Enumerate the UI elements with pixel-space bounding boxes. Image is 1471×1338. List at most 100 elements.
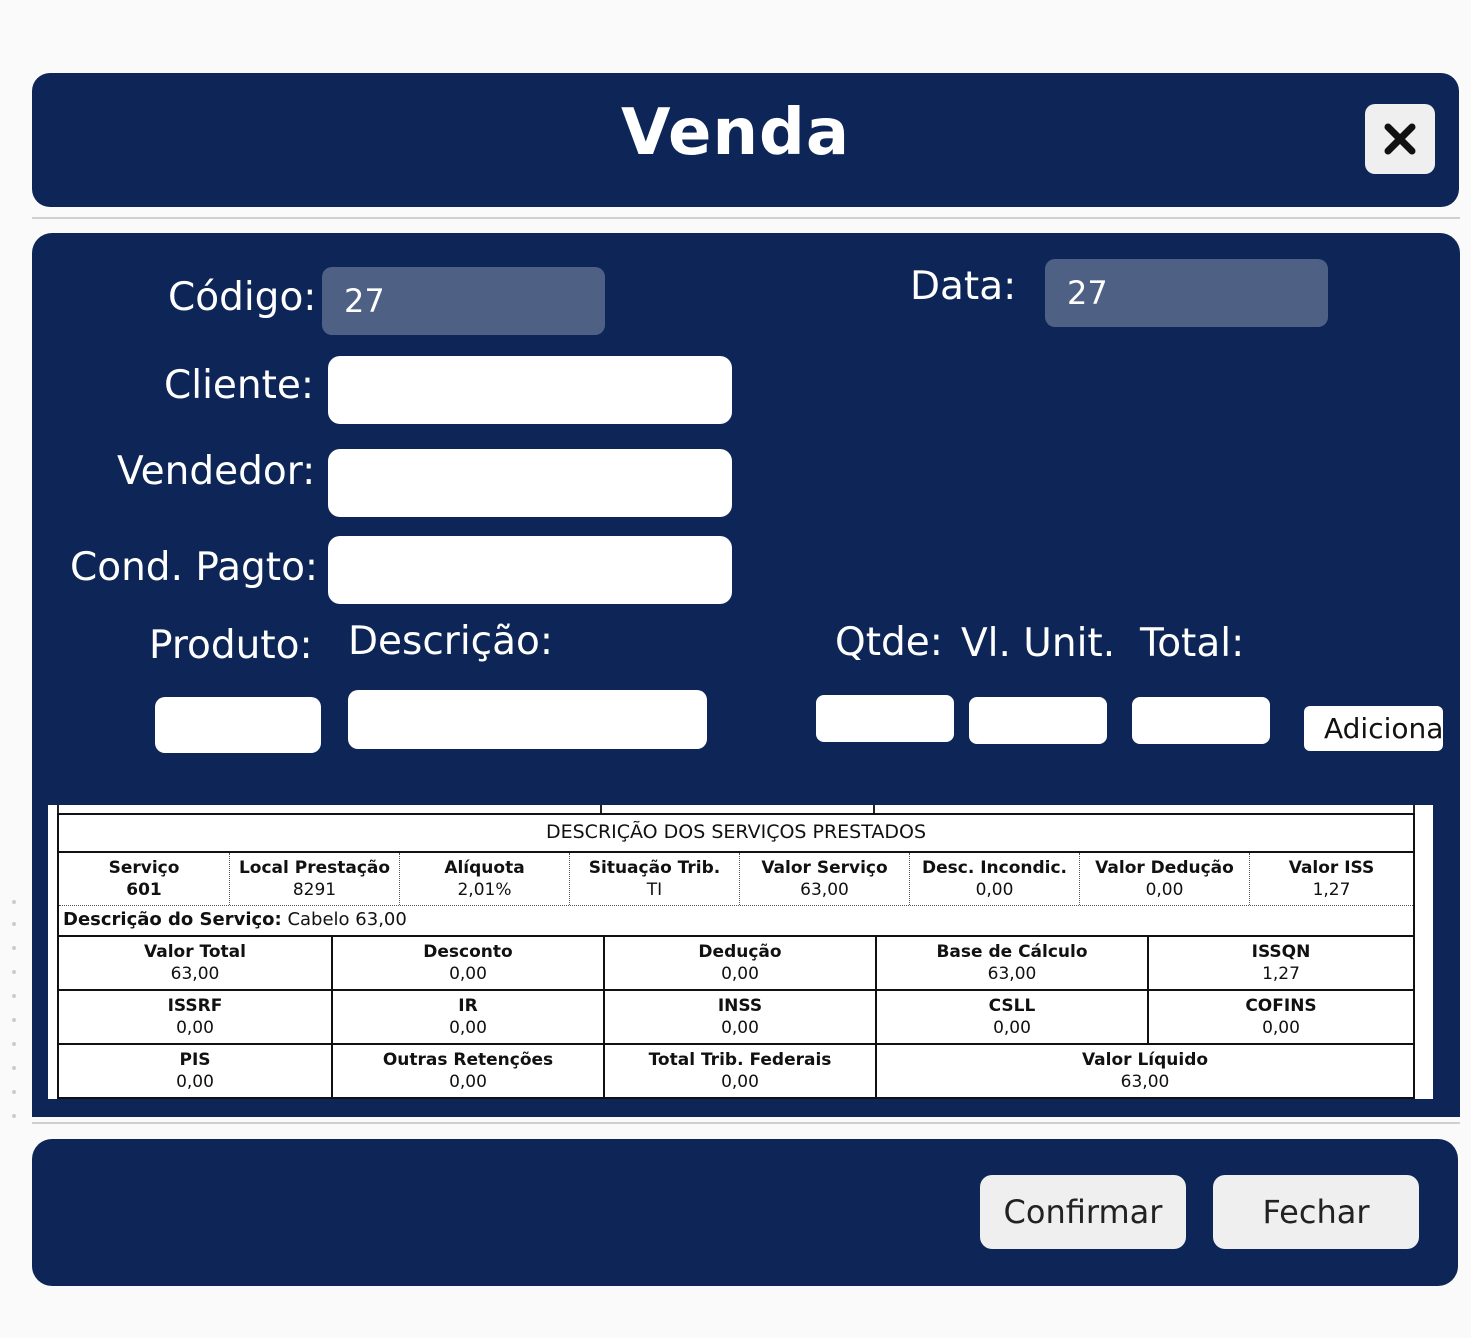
cell-value: 0,00	[721, 1018, 759, 1038]
divider	[32, 1122, 1460, 1124]
codigo-label: Código:	[168, 275, 317, 320]
codigo-field: 27	[322, 267, 605, 335]
cell-value: 63,00	[800, 880, 849, 900]
cell-header: Valor Serviço	[761, 858, 888, 878]
vl-unit-label: Vl. Unit.	[961, 621, 1116, 666]
cell-header: Dedução	[698, 942, 782, 962]
valor-deducao-cell: Valor Dedução 0,00	[1079, 853, 1249, 905]
invoice-stub	[600, 805, 602, 813]
cell-header: Local Prestação	[238, 858, 391, 878]
valor-total-cell: Valor Total 63,00	[59, 937, 331, 989]
desconto-cell: Desconto 0,00	[331, 937, 603, 989]
cell-header: Desconto	[423, 942, 513, 962]
total-label: Total:	[1140, 621, 1245, 666]
invoice-section-title: DESCRIÇÃO DOS SERVIÇOS PRESTADOS	[545, 821, 927, 843]
cell-value: 0,00	[176, 1018, 214, 1038]
data-value: 27	[1067, 274, 1108, 312]
descricao-servico-line: Descrição do Serviço: Cabelo 63,00	[59, 906, 1413, 935]
qtde-label: Qtde:	[835, 620, 943, 665]
divider	[32, 217, 1460, 219]
aliquota-cell: Alíquota 2,01%	[399, 853, 569, 905]
valor-servico-cell: Valor Serviço 63,00	[739, 853, 909, 905]
cell-header: Situação Trib.	[588, 858, 721, 878]
cell-header: Outras Retenções	[382, 1050, 554, 1070]
valor-liquido-cell: Valor Líquido 63,00	[875, 1045, 1413, 1097]
cell-value: 1,27	[1312, 880, 1351, 900]
cell-header: ISSRF	[167, 996, 223, 1016]
cell-value: 63,00	[170, 964, 220, 984]
cell-value: TI	[646, 880, 663, 900]
cell-header: PIS	[179, 1050, 211, 1070]
cell-header: ISSQN	[1251, 942, 1311, 962]
cell-value: 0,00	[993, 1018, 1031, 1038]
qtde-input[interactable]	[816, 695, 954, 742]
cell-header: Valor Dedução	[1095, 858, 1234, 878]
desc-incondic-cell: Desc. Incondic. 0,00	[909, 853, 1079, 905]
cell-header: Valor Total	[144, 942, 246, 962]
local-prestacao-cell: Local Prestação 8291	[229, 853, 399, 905]
invoice-top-edge	[57, 805, 1415, 813]
base-calculo-cell: Base de Cálculo 63,00	[875, 937, 1147, 989]
cond-pagto-input[interactable]	[328, 536, 732, 604]
decorative-dot	[12, 994, 16, 998]
decorative-dot	[12, 922, 16, 926]
deducao-cell: Dedução 0,00	[603, 937, 875, 989]
data-label: Data:	[910, 264, 1017, 309]
issrf-cell: ISSRF 0,00	[59, 991, 331, 1043]
cell-value: 1,27	[1262, 964, 1300, 984]
situacao-trib-cell: Situação Trib. TI	[569, 853, 739, 905]
total-input[interactable]	[1132, 697, 1270, 744]
produto-input[interactable]	[155, 697, 321, 753]
dialog-title: Venda	[621, 96, 850, 170]
cliente-label: Cliente:	[164, 363, 315, 408]
csll-cell: CSLL 0,00	[875, 991, 1147, 1043]
cell-value: 0,00	[449, 1072, 487, 1092]
produto-label: Produto:	[149, 623, 313, 668]
descricao-servico-label: Descrição do Serviço:	[63, 909, 282, 930]
cell-value: 0,00	[975, 880, 1014, 900]
vendedor-input[interactable]	[328, 449, 732, 517]
cell-header: Base de Cálculo	[936, 942, 1088, 962]
cliente-input[interactable]	[328, 356, 732, 424]
cell-value: 0,00	[721, 1072, 759, 1092]
cell-header: Valor ISS	[1288, 858, 1375, 878]
cell-header: Desc. Incondic.	[921, 858, 1068, 878]
cell-header: Total Trib. Federais	[648, 1050, 832, 1070]
confirm-button[interactable]: Confirmar	[980, 1175, 1186, 1249]
invoice-table: DESCRIÇÃO DOS SERVIÇOS PRESTADOS Serviço…	[57, 813, 1415, 1099]
valor-iss-cell: Valor ISS 1,27	[1249, 853, 1413, 905]
codigo-value: 27	[344, 282, 385, 320]
cell-value: 0,00	[1262, 1018, 1300, 1038]
descricao-input[interactable]	[348, 690, 707, 749]
decorative-dot	[12, 970, 16, 974]
add-button[interactable]: Adicionar	[1304, 706, 1443, 751]
cell-value: 0,00	[1145, 880, 1184, 900]
cell-header: IR	[458, 996, 478, 1016]
cell-header: Alíquota	[444, 858, 525, 878]
decorative-dot	[12, 946, 16, 950]
decorative-dot	[12, 1090, 16, 1094]
cell-value: 0,00	[721, 964, 759, 984]
cofins-cell: COFINS 0,00	[1147, 991, 1413, 1043]
cell-value: 0,00	[449, 1018, 487, 1038]
totals-row-2: ISSRF 0,00 IR 0,00 INSS 0,00 CSLL 0,00 COFIN…	[59, 989, 1413, 1043]
cell-header: INSS	[717, 996, 763, 1016]
cell-value: 63,00	[1120, 1072, 1170, 1092]
cell-header: COFINS	[1245, 996, 1317, 1016]
invoice-document: DESCRIÇÃO DOS SERVIÇOS PRESTADOS Serviço…	[48, 805, 1433, 1099]
descricao-label: Descrição:	[348, 619, 553, 664]
inss-cell: INSS 0,00	[603, 991, 875, 1043]
outras-retencoes-cell: Outras Retenções 0,00	[331, 1045, 603, 1097]
close-button[interactable]	[1365, 104, 1435, 174]
totals-row-3: PIS 0,00 Outras Retenções 0,00 Total Trib.…	[59, 1043, 1413, 1097]
pis-cell: PIS 0,00	[59, 1045, 331, 1097]
issqn-cell: ISSQN 1,27	[1147, 937, 1413, 989]
decorative-dot	[12, 1018, 16, 1022]
vl-unit-input[interactable]	[969, 697, 1107, 744]
descricao-servico-value: Cabelo 63,00	[281, 909, 407, 930]
ir-cell: IR 0,00	[331, 991, 603, 1043]
total-trib-federais-cell: Total Trib. Federais 0,00	[603, 1045, 875, 1097]
fechar-button[interactable]: Fechar	[1213, 1175, 1419, 1249]
cell-value: 0,00	[176, 1072, 214, 1092]
close-icon	[1384, 123, 1416, 155]
